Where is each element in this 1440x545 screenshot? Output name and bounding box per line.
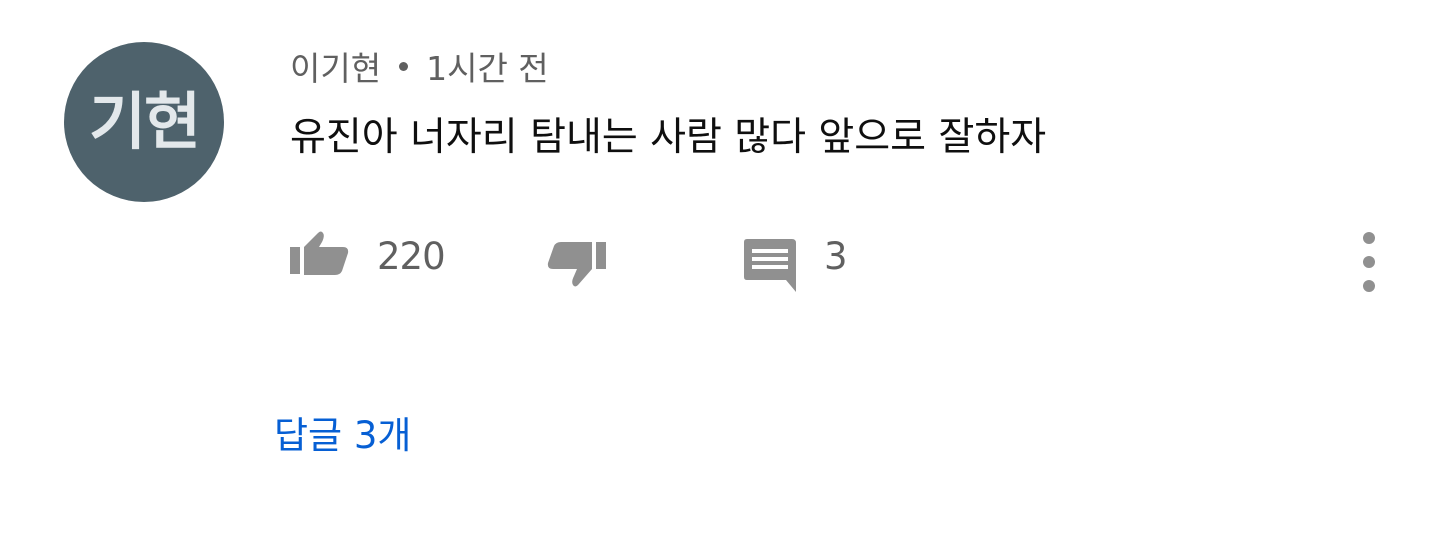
more-options-button[interactable] [1352,232,1386,292]
reply-button[interactable] [740,234,800,298]
comment-text: 유진아 너자리 탐내는 사람 많다 앞으로 잘하자 [290,115,1047,160]
avatar[interactable]: 기현 [64,42,224,202]
view-replies-link[interactable]: 답글 3개 [274,404,411,460]
comment-icon [744,239,796,292]
author-name[interactable]: 이기현 [290,42,381,90]
like-count: 220 [377,234,446,278]
comment-meta: 이기현 1시간 전 [290,44,549,88]
separator-dot [399,61,409,71]
reply-count: 3 [824,234,848,278]
thumb-up-icon [290,231,349,275]
thumb-down-icon [547,242,606,287]
dislike-button[interactable] [544,238,608,302]
timestamp[interactable]: 1시간 전 [426,42,549,90]
like-button[interactable] [288,222,352,286]
avatar-initials: 기현 [88,85,201,158]
more-vertical-icon [1363,232,1375,244]
